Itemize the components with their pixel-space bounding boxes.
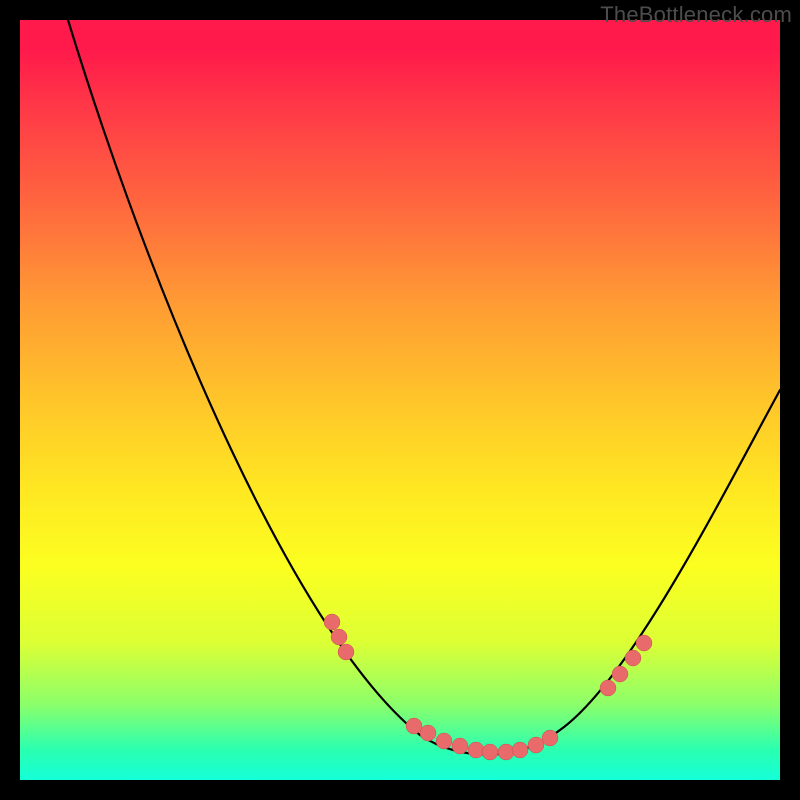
gradient-plot-area: [20, 20, 780, 780]
data-dot: [498, 744, 514, 760]
data-dot: [636, 635, 652, 651]
data-dot: [612, 666, 628, 682]
data-dot: [625, 650, 641, 666]
data-dot: [420, 725, 436, 741]
data-dot: [338, 644, 354, 660]
data-dot: [542, 730, 558, 746]
data-dot: [452, 738, 468, 754]
data-dot: [406, 718, 422, 734]
data-dot: [482, 744, 498, 760]
data-dot: [468, 742, 484, 758]
data-dot: [331, 629, 347, 645]
data-dot: [528, 737, 544, 753]
bottleneck-curve: [68, 20, 780, 755]
data-dot: [436, 733, 452, 749]
data-dot: [600, 680, 616, 696]
watermark-text: TheBottleneck.com: [600, 2, 792, 28]
data-dot: [512, 742, 528, 758]
curve-layer: [20, 20, 780, 780]
data-dot: [324, 614, 340, 630]
